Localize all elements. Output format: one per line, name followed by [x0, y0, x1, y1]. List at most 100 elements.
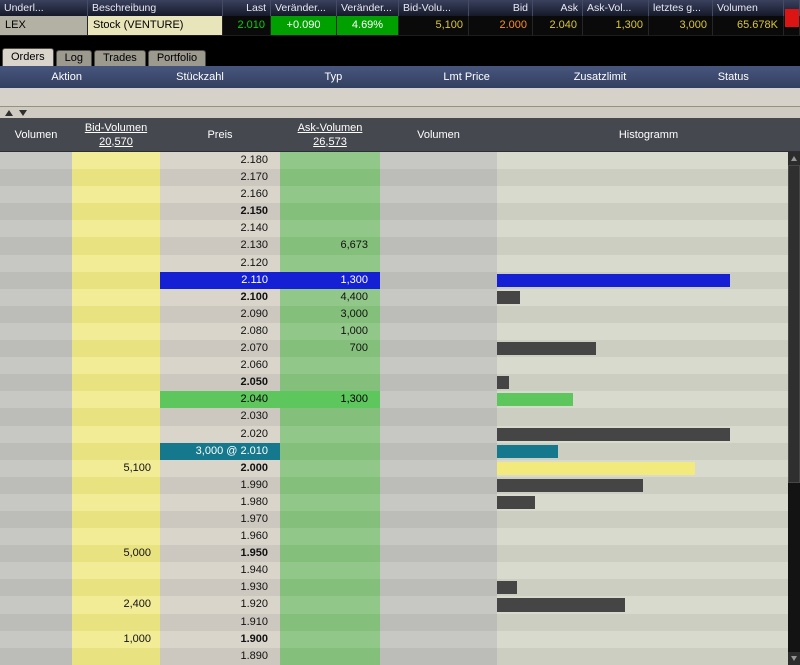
price-cell[interactable]: 1.910	[160, 614, 280, 631]
orders-col-lmt-price[interactable]: Lmt Price	[400, 66, 533, 88]
price-cell[interactable]: 2.150	[160, 203, 280, 220]
bid-volume-cell[interactable]	[72, 340, 160, 357]
ask-volume-total[interactable]: 26,573	[313, 135, 347, 149]
orders-col-type[interactable]: Typ	[267, 66, 400, 88]
ticker-bid-volume[interactable]: 5,100	[399, 16, 469, 36]
ask-volume-cell[interactable]	[280, 443, 380, 460]
ask-volume-cell[interactable]	[280, 169, 380, 186]
bid-volume-cell[interactable]	[72, 528, 160, 545]
price-cell[interactable]: 2.140	[160, 220, 280, 237]
bid-volume-cell[interactable]	[72, 289, 160, 306]
bid-volume-cell[interactable]	[72, 357, 160, 374]
ask-volume-cell[interactable]	[280, 374, 380, 391]
price-cell[interactable]: 1.930	[160, 579, 280, 596]
bid-volume-cell[interactable]	[72, 562, 160, 579]
ticker-col-change[interactable]: Veränder...	[271, 0, 337, 16]
ticker-change[interactable]: +0.090	[271, 16, 337, 36]
ask-volume-cell[interactable]: 1,000	[280, 323, 380, 340]
price-cell[interactable]: 1.890	[160, 648, 280, 665]
ask-volume-cell[interactable]	[280, 528, 380, 545]
bid-volume-cell[interactable]	[72, 220, 160, 237]
collapse-up-arrow-icon[interactable]	[5, 110, 13, 116]
ticker-col-description[interactable]: Beschreibung	[88, 0, 223, 16]
price-cell[interactable]: 2.060	[160, 357, 280, 374]
price-cell[interactable]: 2.170	[160, 169, 280, 186]
ticker-col-bid-volume[interactable]: Bid-Volu...	[399, 0, 469, 16]
price-cell[interactable]: 2.130	[160, 237, 280, 254]
ask-volume-cell[interactable]: 1,300	[280, 272, 380, 289]
ask-volume-cell[interactable]	[280, 579, 380, 596]
ask-volume-cell[interactable]	[280, 255, 380, 272]
ask-volume-cell[interactable]	[280, 426, 380, 443]
red-square-indicator[interactable]	[785, 9, 799, 27]
bid-volume-cell[interactable]	[72, 272, 160, 289]
bid-volume-cell[interactable]	[72, 323, 160, 340]
ask-volume-cell[interactable]: 3,000	[280, 306, 380, 323]
collapse-down-arrow-icon[interactable]	[19, 110, 27, 116]
bid-volume-cell[interactable]: 2,400	[72, 596, 160, 613]
ask-volume-cell[interactable]	[280, 545, 380, 562]
ask-volume-cell[interactable]	[280, 357, 380, 374]
bid-volume-cell[interactable]: 5,000	[72, 545, 160, 562]
ask-volume-cell[interactable]	[280, 460, 380, 477]
price-cell[interactable]: 2.040	[160, 391, 280, 408]
bid-volume-cell[interactable]	[72, 648, 160, 665]
ask-volume-cell[interactable]	[280, 631, 380, 648]
ticker-col-last-size[interactable]: letztes g...	[649, 0, 713, 16]
ticker-bid[interactable]: 2.000	[469, 16, 533, 36]
bid-volume-cell[interactable]	[72, 255, 160, 272]
ask-volume-cell[interactable]	[280, 648, 380, 665]
ticker-change-pct[interactable]: 4.69%	[337, 16, 399, 36]
ask-volume-cell[interactable]	[280, 562, 380, 579]
price-cell[interactable]: 2.020	[160, 426, 280, 443]
bid-volume-cell[interactable]	[72, 152, 160, 169]
bid-volume-cell[interactable]	[72, 391, 160, 408]
ask-volume-cell[interactable]	[280, 511, 380, 528]
ticker-col-volume[interactable]: Volumen	[713, 0, 784, 16]
bid-volume-cell[interactable]	[72, 237, 160, 254]
ask-volume-cell[interactable]	[280, 220, 380, 237]
bid-volume-cell[interactable]: 5,100	[72, 460, 160, 477]
orders-col-action[interactable]: Aktion	[0, 66, 133, 88]
price-cell[interactable]: 2.070	[160, 340, 280, 357]
ask-volume-cell[interactable]: 6,673	[280, 237, 380, 254]
ask-volume-cell[interactable]	[280, 477, 380, 494]
ticker-last-size[interactable]: 3,000	[649, 16, 713, 36]
ticker-underlying[interactable]: LEX	[0, 16, 88, 36]
tab-log[interactable]: Log	[56, 50, 92, 66]
bid-volume-total[interactable]: 20,570	[99, 135, 133, 149]
vertical-scrollbar[interactable]	[788, 152, 800, 665]
orders-col-status[interactable]: Status	[667, 66, 800, 88]
bid-volume-cell[interactable]	[72, 374, 160, 391]
bid-volume-cell[interactable]	[72, 494, 160, 511]
price-cell[interactable]: 1.900	[160, 631, 280, 648]
price-cell[interactable]: 1.990	[160, 477, 280, 494]
bid-volume-cell[interactable]	[72, 579, 160, 596]
scroll-up-button[interactable]	[788, 152, 800, 165]
ticker-col-change-pct[interactable]: Veränder...	[337, 0, 399, 16]
bid-volume-cell[interactable]	[72, 614, 160, 631]
tab-trades[interactable]: Trades	[94, 50, 146, 66]
ask-volume-cell[interactable]	[280, 408, 380, 425]
ticker-volume[interactable]: 65.678K	[713, 16, 784, 36]
price-cell[interactable]: 2.000	[160, 460, 280, 477]
bid-volume-cell[interactable]	[72, 443, 160, 460]
ask-volume-cell[interactable]	[280, 494, 380, 511]
ask-volume-cell[interactable]: 700	[280, 340, 380, 357]
ask-volume-cell[interactable]	[280, 596, 380, 613]
price-cell[interactable]: 1.980	[160, 494, 280, 511]
bid-volume-cell[interactable]	[72, 408, 160, 425]
tab-portfolio[interactable]: Portfolio	[148, 50, 206, 66]
ask-volume-cell[interactable]: 4,400	[280, 289, 380, 306]
price-cell[interactable]: 2.030	[160, 408, 280, 425]
price-cell[interactable]: 2.080	[160, 323, 280, 340]
ask-volume-cell[interactable]: 1,300	[280, 391, 380, 408]
bid-volume-cell[interactable]: 1,000	[72, 631, 160, 648]
ticker-col-underlying[interactable]: Underl...	[0, 0, 88, 16]
bid-volume-cell[interactable]	[72, 186, 160, 203]
price-cell[interactable]: 3,000 @ 2.010	[160, 443, 280, 460]
ticker-col-ask[interactable]: Ask	[533, 0, 583, 16]
scrollbar-thumb[interactable]	[788, 165, 800, 483]
price-cell[interactable]: 1.960	[160, 528, 280, 545]
ticker-ask-volume[interactable]: 1,300	[583, 16, 649, 36]
